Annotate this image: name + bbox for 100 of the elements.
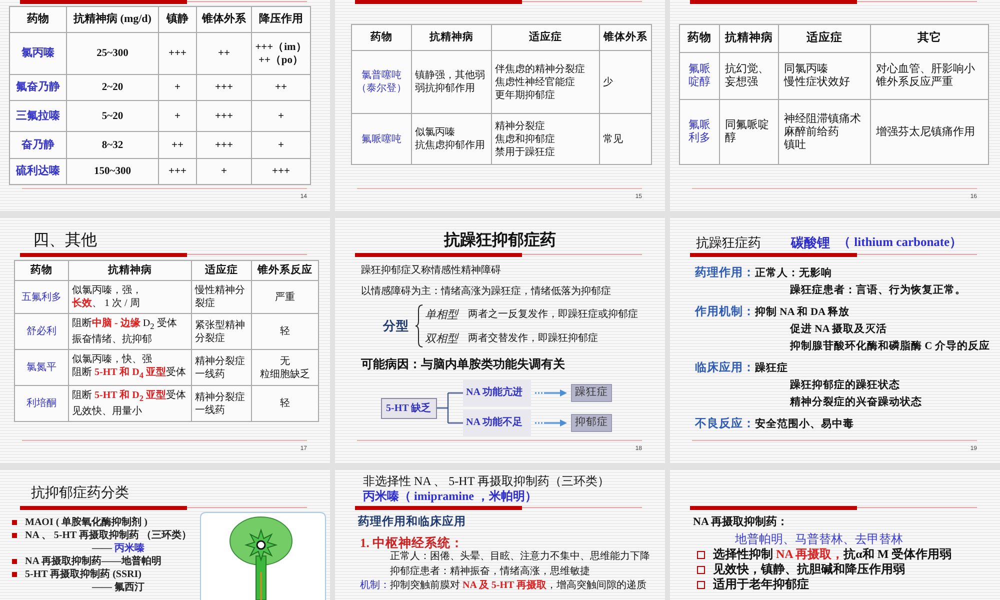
column-header: 适应症	[192, 260, 252, 280]
diagram-node: 5-HT 缺乏	[381, 398, 437, 418]
section-heading: NA 再摄取抑制药：	[693, 516, 788, 529]
slide-thumbnail[interactable]: NA 再摄取抑制药： 地普帕明、马普替林、去甲替林 选择性抑制 NA 再摄取，抗α和 M 受体作用弱 见效快，镇静、抗胆碱和降压作用弱 适用于老年抑郁症	[670, 470, 1000, 600]
section-heading: 药理作用和临床应用	[358, 516, 466, 529]
column-header: 镇静	[158, 6, 196, 32]
diagram-node: NA 功能亢进	[463, 380, 531, 406]
type-name: 单相型	[425, 308, 458, 322]
column-header: 锥外系反应	[252, 260, 318, 280]
table-cell: 轻	[252, 386, 318, 422]
table-cell: 150~300	[66, 158, 158, 184]
slide-thumbnail[interactable]	[0, 218, 330, 463]
section-item: 抑制腺苷酸环化酶和磷脂酶 C 介导的反应	[790, 339, 990, 354]
table-cell: 伴焦虑的精神分裂症 焦虑性神经官能症 更年期抑郁症	[492, 50, 600, 114]
column-header: 药物	[352, 24, 412, 50]
table-cell: 增强芬太尼镇痛作用	[870, 100, 988, 164]
table-cell: 2~20	[66, 74, 158, 100]
table-cell: 三氟拉嗪	[10, 100, 66, 132]
slide-subtitle: 丙米嗪（ imipramine ，米帕明）	[363, 489, 537, 504]
list-item: —— 丙米嗪	[92, 542, 144, 555]
list-item: NA 、 5-HT 再摄取抑制药 （三环类）	[25, 529, 192, 542]
table-cell: +++	[196, 100, 252, 132]
table-cell: 无 粒细胞缺乏	[252, 350, 318, 386]
drug-examples: 地普帕明、马普替林、去甲替林	[735, 532, 903, 547]
table-cell: 精神分裂症一线药	[192, 386, 252, 422]
list-item: 见效快，镇静、抗胆碱和降压作用弱	[713, 562, 905, 577]
column-header: 药物	[10, 6, 66, 32]
section-item: 促进 NA 摄取及灭活	[790, 322, 887, 337]
column-header: 降压作用	[252, 6, 310, 32]
table-cell: 镇静强，其他弱 弱抗抑郁作用	[412, 50, 492, 114]
table-cell: ++	[196, 32, 252, 74]
arrow	[535, 419, 567, 427]
slide-title: 抗躁狂抑郁症药	[444, 231, 556, 251]
diagram-node: NA 功能不足	[463, 410, 531, 436]
table-cell: 严重	[252, 280, 318, 314]
table-cell: 同氯丙嗪 慢性症状效好	[778, 52, 870, 100]
table-cell: +	[196, 158, 252, 184]
list-item: 适用于老年抑郁症	[713, 577, 809, 592]
list-item: 5-HT 再摄取抑制药 (SSRI)	[25, 568, 142, 581]
list-item: 选择性抑制 NA 再摄取，抗α和 M 受体作用弱	[713, 547, 952, 562]
section-label: 临床应用：	[695, 360, 755, 376]
section-item: 躁狂抑郁症的躁狂状态	[790, 378, 900, 393]
table-cell: 氟哌噻吨	[352, 114, 412, 164]
table-cell: +++	[158, 32, 196, 74]
table-cell: 轻	[252, 314, 318, 350]
table-cell: 奋乃静	[10, 132, 66, 158]
table-cell: +++	[196, 132, 252, 158]
column-header: 药物	[14, 260, 68, 280]
slide-title: 抗躁狂症药	[696, 234, 761, 251]
category-label: 分型	[383, 318, 409, 334]
column-header: 抗精神病 (mg/d)	[66, 6, 158, 32]
bullet-icon	[12, 572, 17, 577]
cause-text: 可能病因：与脑内单胺类功能失调有关	[361, 356, 565, 372]
section-item: 精神分裂症的兴奋躁动状态	[790, 395, 922, 410]
table-cell: 神经阻滞镇痛术 麻醉前给药 镇吐	[778, 100, 870, 164]
column-header: 锥体外系	[196, 6, 252, 32]
type-name: 双相型	[425, 332, 458, 346]
section-item: 躁狂症	[755, 361, 788, 376]
column-header: 抗精神病	[412, 24, 492, 50]
section-item: 安全范围小、易中毒	[755, 416, 854, 432]
type-description: 两者交替发作，即躁狂抑郁症	[468, 332, 598, 345]
section-label: 药理作用：	[695, 265, 755, 281]
slide-thumbnail[interactable]: 非选择性 NA 、 5-HT 再摄取抑制药（三环类） 丙米嗪（ imipramine ，米帕明） 药理作用和临床应用 1. 中枢神经系统： 正常人：困倦、头晕、目眩、注意力不集中、思维能力下降 抑郁症患者：精神振奋，情绪高涨，思维敏捷 机制：抑制突触前膜对 NA 及 5-HT 再摄取，增高突触间隙的递质	[335, 470, 665, 600]
table-cell: 5~20	[66, 100, 158, 132]
table-cell: 精神分裂症 焦虑和抑郁症 禁用于躁狂症	[492, 114, 600, 164]
table-cell: 氯丙嗪	[10, 32, 66, 74]
bullet-icon	[12, 520, 17, 525]
slide-title: 四、其他	[33, 231, 97, 251]
slide-thumbnail[interactable]: 抗抑郁症药分类 MAOI ( 单胺氧化酶抑制剂 ) NA 、 5-HT 再摄取抑制药 （三环类） —— 丙米嗪 NA 再摄取抑制药——地普帕明 5-HT 再摄取抑制药 (SSRI) —— 氟西汀	[0, 470, 330, 600]
table-cell: ++	[158, 132, 196, 158]
paragraph-text: 以情感障碍为主：情绪高涨为躁狂症，情绪低落为抑郁症	[361, 284, 611, 299]
list-item: NA 再摄取抑制药——地普帕明	[25, 555, 162, 568]
table-cell: +	[158, 74, 196, 100]
table-cell: 氟奋乃静	[10, 74, 66, 100]
table-cell: 对心血管、肝影响小 锥外系反应严重	[870, 52, 988, 100]
table-cell: 同氟哌啶醇	[720, 100, 778, 164]
table-cell: 氯氮平	[14, 350, 68, 386]
drug-name: 碳酸锂	[791, 234, 830, 251]
list-item: —— 氟西汀	[92, 581, 144, 594]
brace-icon	[415, 304, 423, 348]
paragraph-text: 躁狂抑郁症又称情感性精神障碍	[361, 264, 501, 278]
section-subheading: 1. 中枢神经系统：	[360, 536, 464, 550]
column-header: 其它	[870, 24, 988, 52]
table-cell: 利培酮	[14, 386, 68, 422]
diagram-node: 躁狂症	[571, 384, 612, 402]
bullet-icon	[697, 566, 705, 574]
arrow	[535, 389, 567, 397]
table-cell: 舒必利	[14, 314, 68, 350]
table-cell: 紧张型精神分裂症	[192, 314, 252, 350]
table-cell: 氟哌啶醇	[680, 52, 720, 100]
drug-english-name: （ lithium carbonate）	[838, 234, 963, 251]
bullet-icon	[697, 550, 705, 558]
table-cell: 阻断 5-HT 和 D$_{2}$ 亚型受体 见效快、用量小	[68, 386, 192, 422]
slide-title: 非选择性 NA 、 5-HT 再摄取抑制药（三环类）	[363, 474, 610, 489]
column-header: 抗精神病	[68, 260, 192, 280]
diagram-node: 抑郁症	[571, 414, 612, 432]
table-cell: +	[158, 100, 196, 132]
body-text: 机制：抑制突触前膜对 NA 及 5-HT 再摄取，增高突触间隙的递质	[360, 579, 646, 593]
table-cell: 阻断中脑 - 边缘 D$_{2}$ 受体 振奋情绪、抗抑郁	[68, 314, 192, 350]
table-cell: 精神分裂症一线药	[192, 350, 252, 386]
